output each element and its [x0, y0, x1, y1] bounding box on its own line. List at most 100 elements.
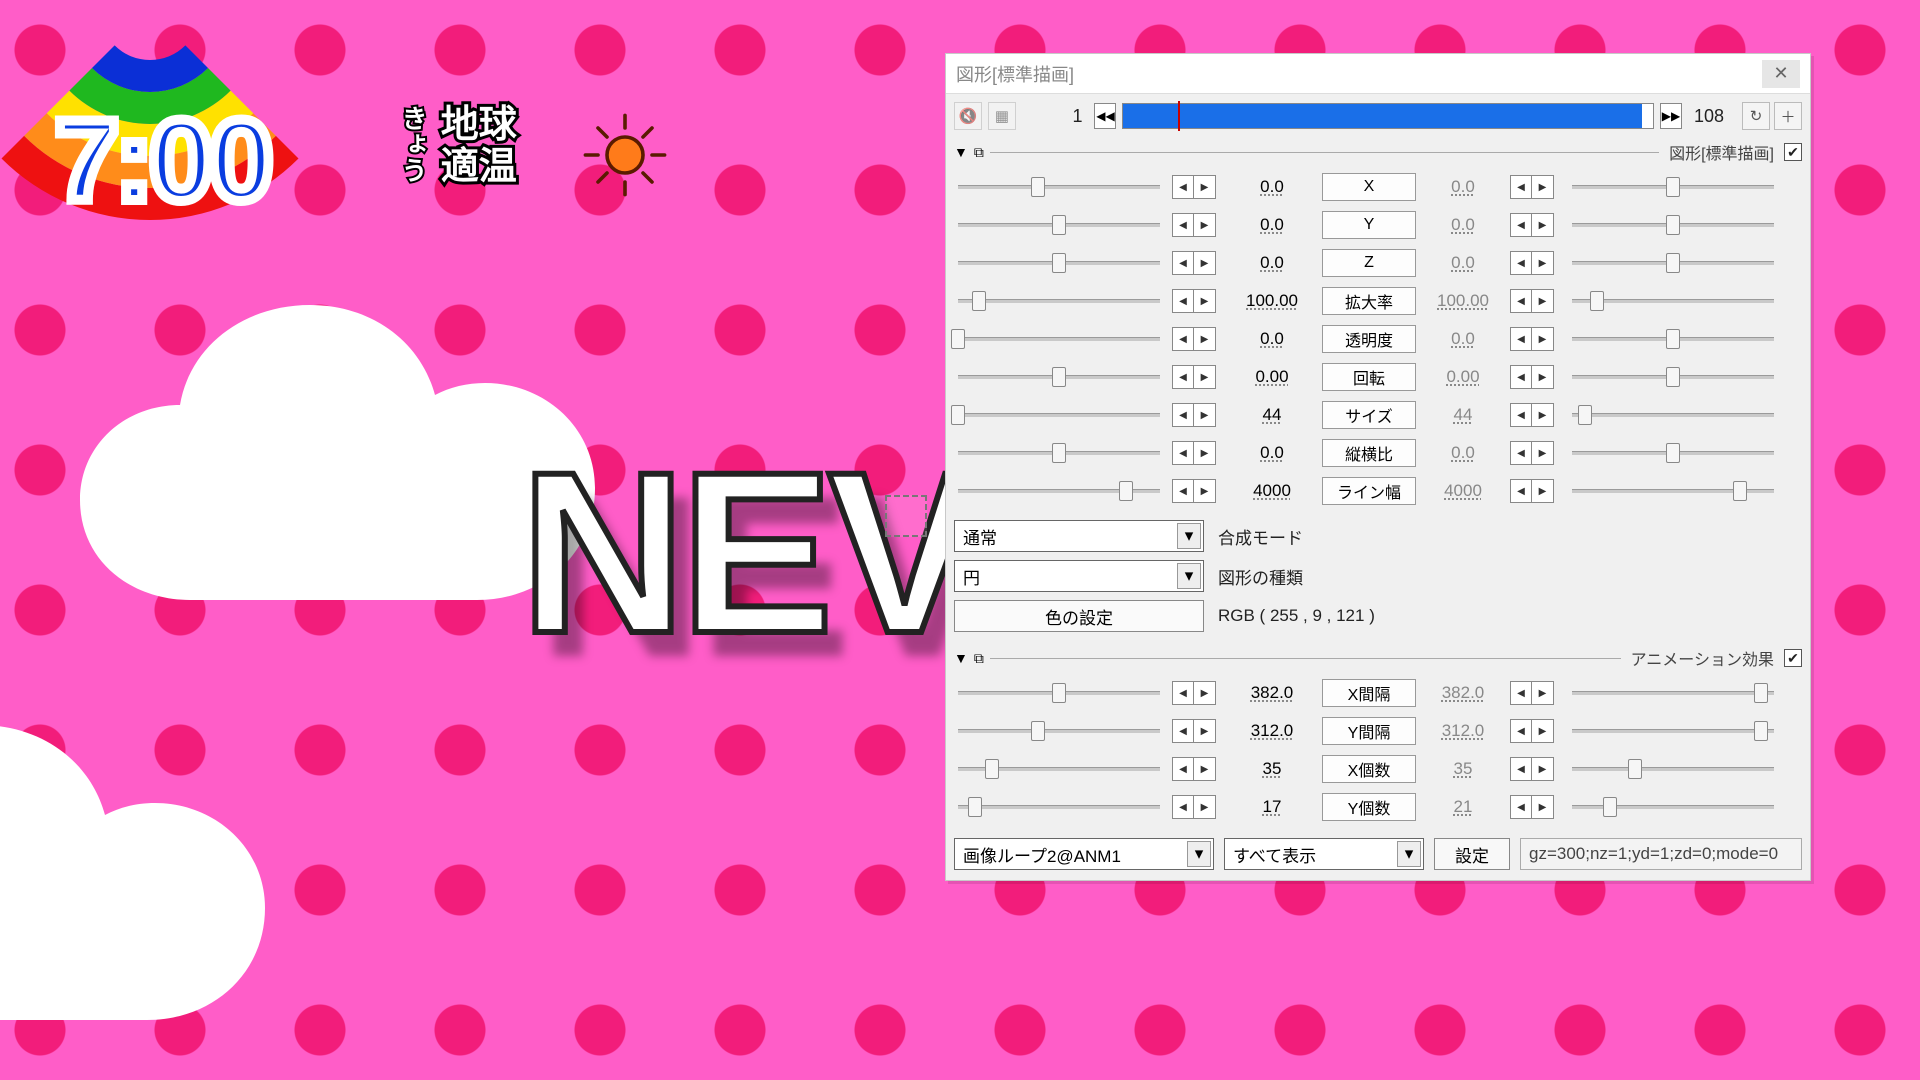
display-mode-select[interactable]: すべて表示 ▾: [1224, 838, 1424, 870]
nudge-arrows[interactable]: ◀ ▶: [1510, 213, 1560, 237]
value-slider[interactable]: [954, 252, 1164, 274]
param-name-button[interactable]: 縦横比: [1322, 439, 1416, 467]
section-header-shape[interactable]: ▼ ⧉ 図形[標準描画] ✔: [946, 138, 1810, 166]
param-right-value[interactable]: 0.0: [1424, 443, 1502, 463]
nudge-arrows[interactable]: ◀ ▶: [1172, 757, 1222, 781]
value-slider[interactable]: [954, 720, 1164, 742]
param-name-button[interactable]: サイズ: [1322, 401, 1416, 429]
param-left-value[interactable]: 0.0: [1230, 215, 1314, 235]
value-slider[interactable]: [1568, 176, 1778, 198]
nudge-arrows[interactable]: ◀ ▶: [1172, 479, 1222, 503]
param-name-button[interactable]: ライン幅: [1322, 477, 1416, 505]
decrement-button[interactable]: ◀: [1510, 403, 1532, 427]
param-right-value[interactable]: 0.0: [1424, 253, 1502, 273]
frame-end-value[interactable]: 108: [1688, 106, 1730, 127]
value-slider[interactable]: [1568, 758, 1778, 780]
decrement-button[interactable]: ◀: [1172, 757, 1194, 781]
decrement-button[interactable]: ◀: [1510, 289, 1532, 313]
nudge-arrows[interactable]: ◀ ▶: [1510, 719, 1560, 743]
seek-start-button[interactable]: ◀◀: [1094, 103, 1116, 129]
decrement-button[interactable]: ◀: [1510, 441, 1532, 465]
value-slider[interactable]: [1568, 404, 1778, 426]
decrement-button[interactable]: ◀: [1172, 403, 1194, 427]
decrement-button[interactable]: ◀: [1172, 365, 1194, 389]
nudge-arrows[interactable]: ◀ ▶: [1172, 403, 1222, 427]
decrement-button[interactable]: ◀: [1172, 719, 1194, 743]
increment-button[interactable]: ▶: [1194, 327, 1216, 351]
increment-button[interactable]: ▶: [1532, 213, 1554, 237]
param-name-button[interactable]: X: [1322, 173, 1416, 201]
param-name-button[interactable]: X間隔: [1322, 679, 1416, 707]
value-slider[interactable]: [954, 214, 1164, 236]
nudge-arrows[interactable]: ◀ ▶: [1172, 441, 1222, 465]
value-slider[interactable]: [1568, 442, 1778, 464]
decrement-button[interactable]: ◀: [1510, 327, 1532, 351]
decrement-button[interactable]: ◀: [1172, 681, 1194, 705]
chevron-down-icon[interactable]: ▾: [1177, 563, 1201, 589]
param-left-value[interactable]: 312.0: [1230, 721, 1314, 741]
value-slider[interactable]: [954, 758, 1164, 780]
increment-button[interactable]: ▶: [1194, 757, 1216, 781]
nudge-arrows[interactable]: ◀ ▶: [1510, 403, 1560, 427]
nudge-arrows[interactable]: ◀ ▶: [1510, 251, 1560, 275]
refresh-icon[interactable]: ↻: [1742, 102, 1770, 130]
increment-button[interactable]: ▶: [1194, 251, 1216, 275]
decrement-button[interactable]: ◀: [1172, 441, 1194, 465]
increment-button[interactable]: ▶: [1532, 327, 1554, 351]
dialog-titlebar[interactable]: 図形[標準描画] ✕: [946, 54, 1810, 94]
value-slider[interactable]: [1568, 290, 1778, 312]
layer-icon[interactable]: ⧉: [974, 650, 984, 667]
decrement-button[interactable]: ◀: [1172, 479, 1194, 503]
nudge-arrows[interactable]: ◀ ▶: [1172, 719, 1222, 743]
param-right-value[interactable]: 312.0: [1424, 721, 1502, 741]
layer-icon[interactable]: ⧉: [974, 144, 984, 161]
param-right-value[interactable]: 21: [1424, 797, 1502, 817]
param-right-value[interactable]: 0.0: [1424, 177, 1502, 197]
value-slider[interactable]: [954, 328, 1164, 350]
param-name-button[interactable]: Y個数: [1322, 793, 1416, 821]
mute-icon[interactable]: 🔇: [954, 102, 982, 130]
section-enable-checkbox[interactable]: ✔: [1784, 143, 1802, 161]
param-right-value[interactable]: 0.00: [1424, 367, 1502, 387]
increment-button[interactable]: ▶: [1532, 289, 1554, 313]
value-slider[interactable]: [1568, 796, 1778, 818]
nudge-arrows[interactable]: ◀ ▶: [1172, 251, 1222, 275]
increment-button[interactable]: ▶: [1194, 441, 1216, 465]
value-slider[interactable]: [1568, 366, 1778, 388]
color-settings-button[interactable]: 色の設定: [954, 600, 1204, 632]
increment-button[interactable]: ▶: [1532, 365, 1554, 389]
param-name-button[interactable]: Y: [1322, 211, 1416, 239]
nudge-arrows[interactable]: ◀ ▶: [1510, 441, 1560, 465]
value-slider[interactable]: [954, 480, 1164, 502]
nudge-arrows[interactable]: ◀ ▶: [1510, 327, 1560, 351]
timeline-seekbar[interactable]: [1122, 103, 1653, 129]
nudge-arrows[interactable]: ◀ ▶: [1172, 365, 1222, 389]
decrement-button[interactable]: ◀: [1172, 213, 1194, 237]
value-slider[interactable]: [1568, 720, 1778, 742]
collapse-icon[interactable]: ▼: [954, 144, 968, 160]
seek-end-button[interactable]: ▶▶: [1660, 103, 1682, 129]
param-left-value[interactable]: 0.0: [1230, 443, 1314, 463]
section-header-animation[interactable]: ▼ ⧉ アニメーション効果 ✔: [946, 644, 1810, 672]
nudge-arrows[interactable]: ◀ ▶: [1172, 327, 1222, 351]
shape-type-select[interactable]: 円 ▾: [954, 560, 1204, 592]
param-left-value[interactable]: 382.0: [1230, 683, 1314, 703]
decrement-button[interactable]: ◀: [1510, 479, 1532, 503]
decrement-button[interactable]: ◀: [1510, 795, 1532, 819]
param-name-button[interactable]: 透明度: [1322, 325, 1416, 353]
decrement-button[interactable]: ◀: [1510, 365, 1532, 389]
increment-button[interactable]: ▶: [1532, 681, 1554, 705]
param-name-button[interactable]: 拡大率: [1322, 287, 1416, 315]
decrement-button[interactable]: ◀: [1510, 719, 1532, 743]
script-params-field[interactable]: gz=300;nz=1;yd=1;zd=0;mode=0: [1520, 838, 1802, 870]
increment-button[interactable]: ▶: [1194, 403, 1216, 427]
nudge-arrows[interactable]: ◀ ▶: [1172, 213, 1222, 237]
increment-button[interactable]: ▶: [1532, 719, 1554, 743]
param-left-value[interactable]: 0.0: [1230, 253, 1314, 273]
chevron-down-icon[interactable]: ▾: [1177, 523, 1201, 549]
increment-button[interactable]: ▶: [1532, 795, 1554, 819]
decrement-button[interactable]: ◀: [1172, 327, 1194, 351]
increment-button[interactable]: ▶: [1532, 757, 1554, 781]
frame-start-value[interactable]: 1: [1054, 106, 1088, 127]
selection-marquee[interactable]: [885, 495, 927, 537]
